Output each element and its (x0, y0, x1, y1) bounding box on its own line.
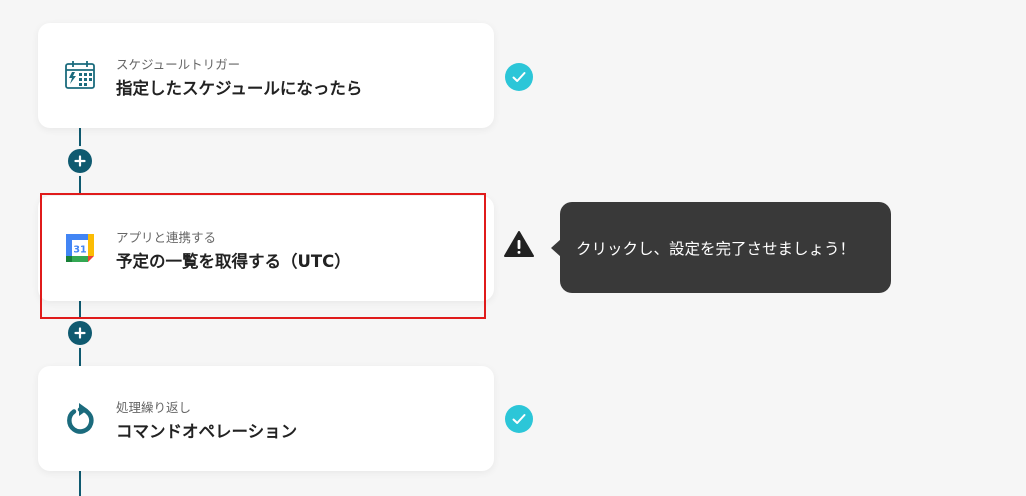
add-step-button[interactable] (68, 149, 92, 173)
add-step-button[interactable] (68, 321, 92, 345)
flow-step-card-schedule-trigger[interactable]: スケジュールトリガー 指定したスケジュールになったら (38, 23, 494, 128)
step-subtitle: アプリと連携する (116, 230, 217, 245)
plus-icon (74, 327, 86, 339)
google-calendar-icon: 31 (64, 232, 96, 264)
step-subtitle: 処理繰り返し (116, 400, 192, 415)
loop-icon (64, 402, 96, 434)
plus-icon (74, 155, 86, 167)
flow-step-card-google-calendar[interactable]: 31 アプリと連携する 予定の一覧を取得する（UTC） (38, 196, 494, 301)
check-icon (505, 63, 533, 91)
flow-step-card-loop[interactable]: 処理繰り返し コマンドオペレーション (38, 366, 494, 471)
svg-text:31: 31 (73, 245, 86, 256)
step-title: コマンドオペレーション (116, 422, 298, 441)
step-title: 予定の一覧を取得する（UTC） (116, 252, 351, 271)
step-title: 指定したスケジュールになったら (116, 79, 363, 98)
check-icon (505, 405, 533, 433)
flow-connector-line (79, 470, 81, 496)
guide-tooltip: クリックし、設定を完了させましょう！ (560, 202, 891, 293)
warning-icon (503, 230, 535, 258)
tooltip-text: クリックし、設定を完了させましょう！ (576, 239, 856, 258)
schedule-trigger-icon (64, 59, 96, 91)
step-subtitle: スケジュールトリガー (116, 57, 241, 72)
